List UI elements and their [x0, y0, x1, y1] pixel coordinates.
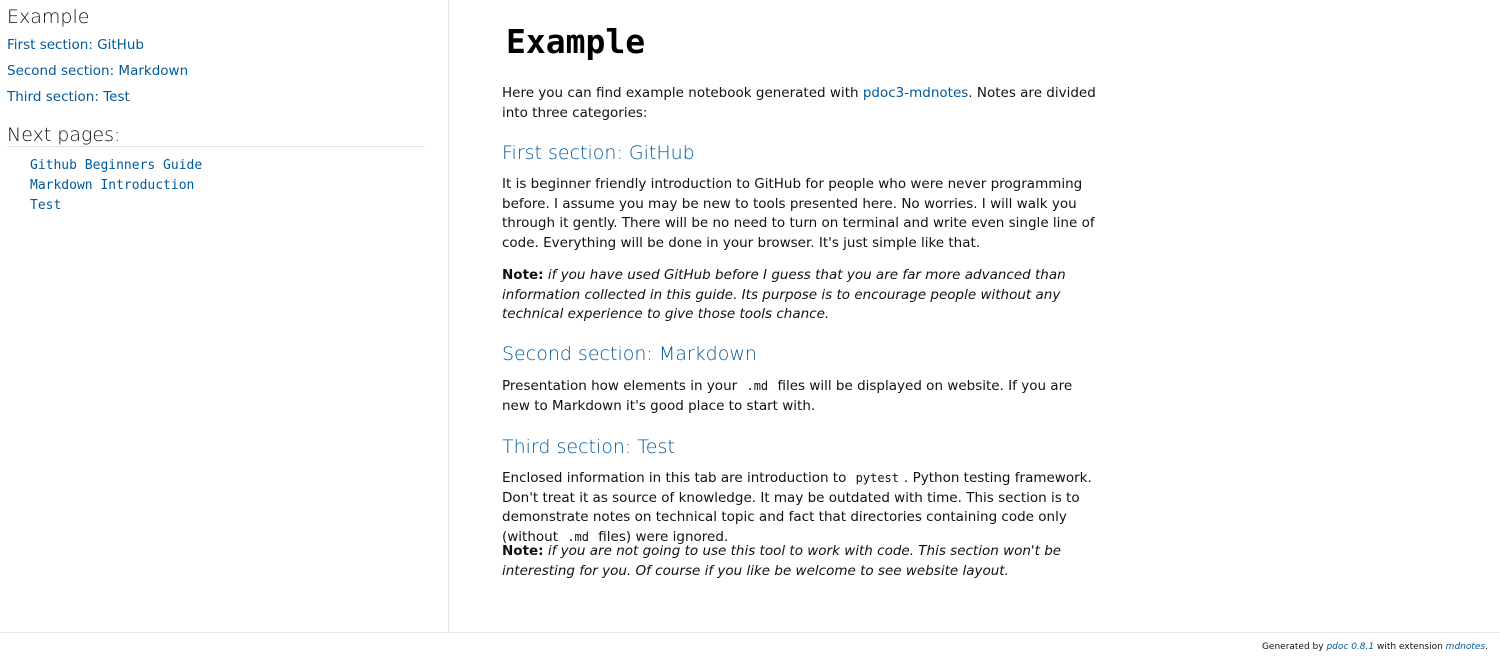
next-pages-divider	[7, 146, 425, 147]
sidebar-title: Example	[7, 6, 90, 28]
test-body-part1: Enclosed information in this tab are int…	[502, 470, 851, 486]
section-heading-test: Third section: Test	[502, 436, 675, 458]
section-markdown-body: Presentation how elements in your .md fi…	[502, 377, 1097, 416]
next-pages-title: Next pages:	[7, 124, 121, 146]
md-code: .md	[746, 379, 769, 393]
note-label: Note:	[502, 543, 544, 559]
next-page-github-beginners-guide[interactable]: Github Beginners Guide	[30, 158, 202, 173]
footer-generated-by: Generated by	[1261, 642, 1327, 652]
sidebar: Example First section: GitHub Second sec…	[0, 0, 449, 632]
sidebar-link-second-section[interactable]: Second section: Markdown	[7, 63, 188, 79]
footer-end: .	[1485, 642, 1488, 652]
section-heading-markdown: Second section: Markdown	[502, 343, 757, 365]
footer: Generated by pdoc 0.8.1 with extension m…	[0, 632, 1500, 662]
note-label: Note:	[502, 267, 544, 283]
pdoc-link[interactable]: pdoc 0.8.1	[1326, 642, 1374, 652]
footer-text: Generated by pdoc 0.8.1 with extension m…	[1262, 642, 1488, 652]
intro-paragraph: Here you can find example notebook gener…	[502, 84, 1097, 123]
section-test-note: Note: if you are not going to use this t…	[502, 542, 1097, 581]
sidebar-link-first-section[interactable]: First section: GitHub	[7, 37, 144, 53]
markdown-body-before: Presentation how elements in your	[502, 378, 742, 394]
note-text: if you have used GitHub before I guess t…	[502, 267, 1066, 322]
footer-with-extension: with extension	[1374, 642, 1446, 652]
next-page-markdown-introduction[interactable]: Markdown Introduction	[30, 178, 194, 193]
sidebar-link-third-section[interactable]: Third section: Test	[7, 89, 130, 105]
next-page-test[interactable]: Test	[30, 198, 61, 213]
section-heading-github: First section: GitHub	[502, 142, 695, 164]
pdoc3-mdnotes-link[interactable]: pdoc3-mdnotes	[863, 85, 968, 101]
section-github-note: Note: if you have used GitHub before I g…	[502, 266, 1097, 325]
mdnotes-link[interactable]: mdnotes	[1446, 642, 1485, 652]
section-test-body: Enclosed information in this tab are int…	[502, 469, 1097, 547]
intro-text-before: Here you can find example notebook gener…	[502, 85, 863, 101]
note-text: if you are not going to use this tool to…	[502, 543, 1062, 579]
page-title: Example	[506, 22, 646, 61]
section-github-body: It is beginner friendly introduction to …	[502, 176, 1095, 251]
pytest-code: pytest	[855, 471, 900, 485]
